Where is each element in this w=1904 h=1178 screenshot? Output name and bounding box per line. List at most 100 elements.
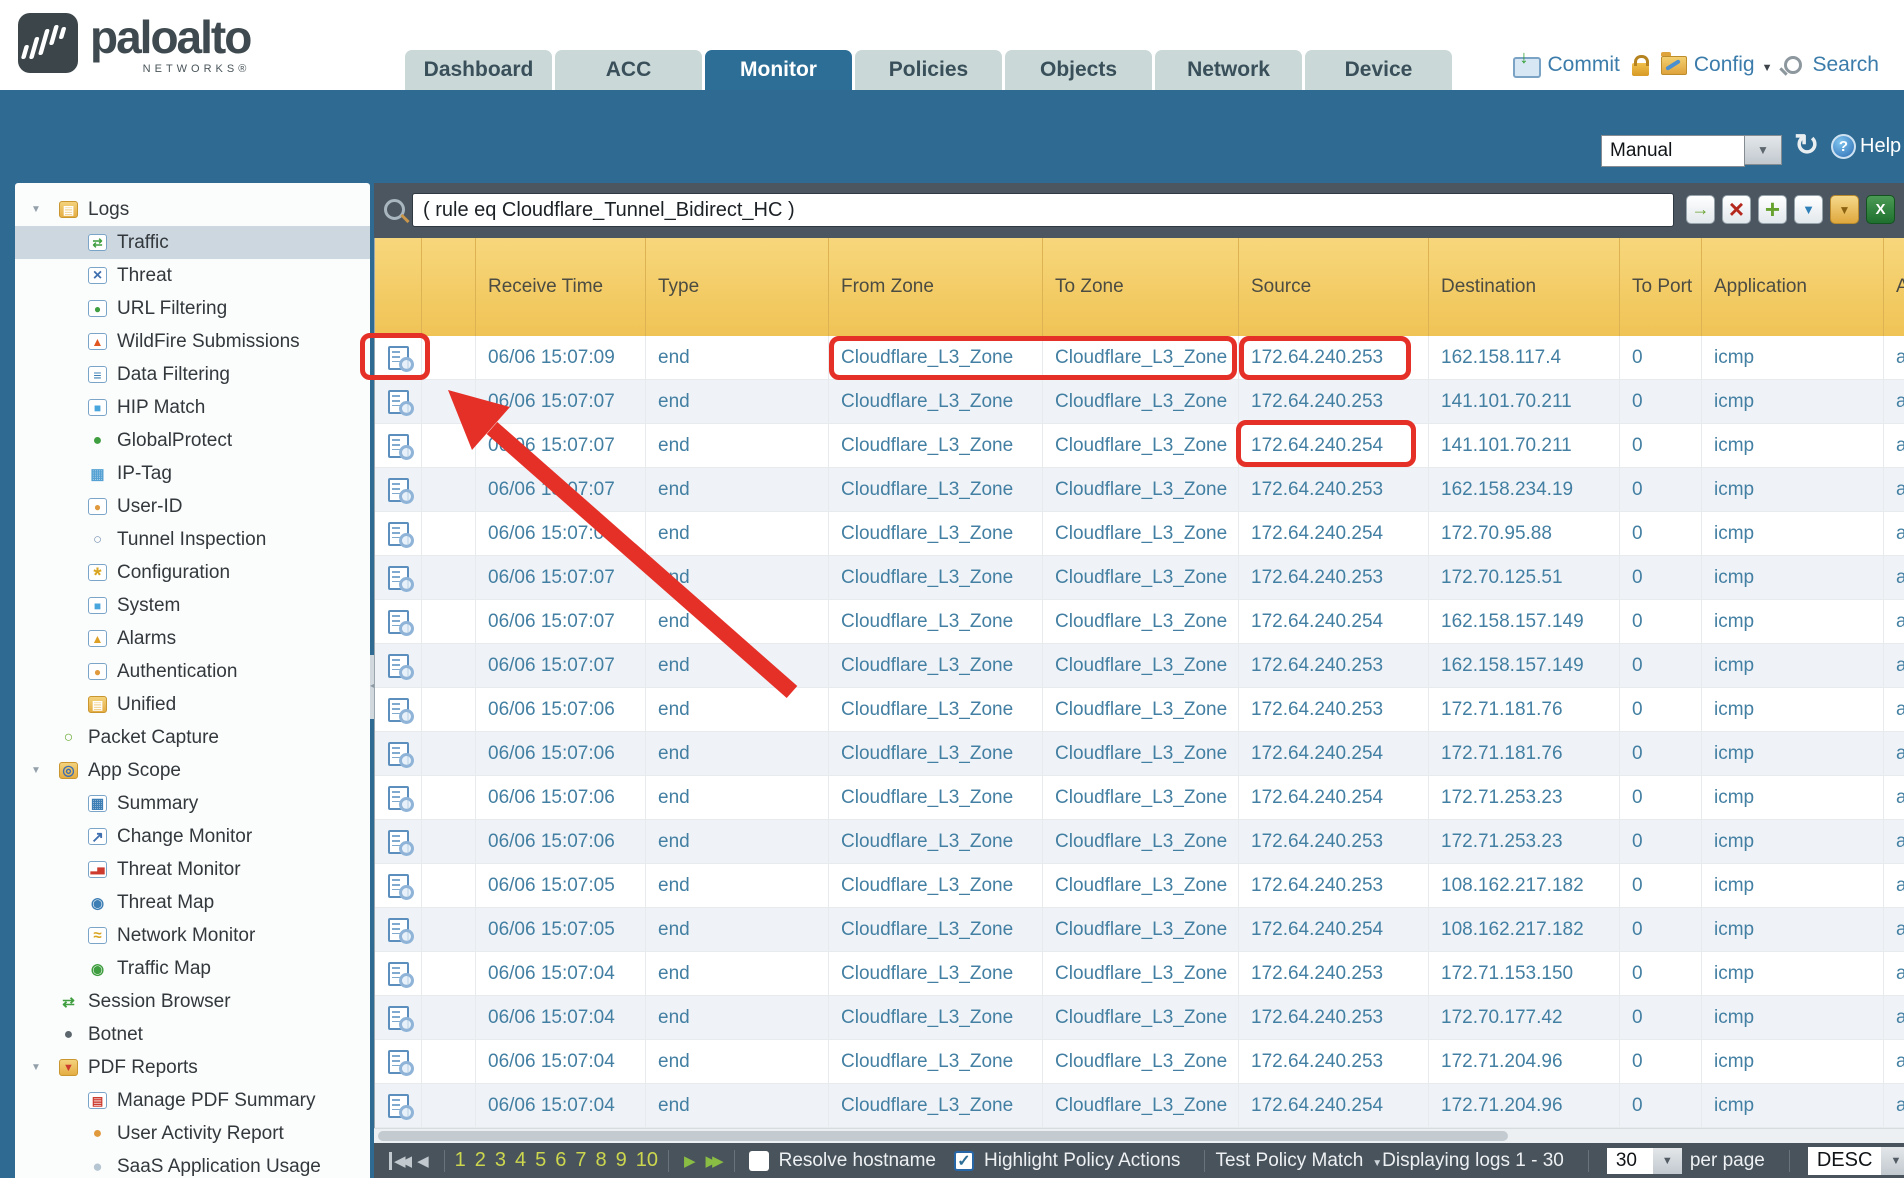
page-4-link[interactable]: 4 — [515, 1149, 526, 1172]
export-logs-button[interactable] — [1866, 195, 1895, 224]
refresh-icon[interactable] — [1794, 131, 1819, 161]
tab-objects[interactable]: Objects — [1005, 50, 1152, 90]
saved-filters-button[interactable] — [1830, 195, 1859, 224]
log-row[interactable]: 06/06 15:07:04endCloudflare_L3_ZoneCloud… — [375, 1040, 1904, 1084]
column-header-application[interactable]: Application — [1702, 238, 1884, 336]
log-row[interactable]: 06/06 15:07:06endCloudflare_L3_ZoneCloud… — [375, 820, 1904, 864]
sidebar-item-network-monitor[interactable]: Network Monitor — [15, 919, 370, 952]
column-header-destination[interactable]: Destination — [1429, 238, 1620, 336]
sidebar-item-system[interactable]: System — [15, 589, 370, 622]
log-row[interactable]: 06/06 15:07:07endCloudflare_L3_ZoneCloud… — [375, 468, 1904, 512]
column-header-a[interactable]: A — [1884, 238, 1904, 336]
log-row[interactable]: 06/06 15:07:07endCloudflare_L3_ZoneCloud… — [375, 512, 1904, 556]
log-row[interactable]: 06/06 15:07:06endCloudflare_L3_ZoneCloud… — [375, 776, 1904, 820]
column-header-receive-time[interactable]: Receive Time — [476, 238, 646, 336]
expand-arrow-icon[interactable] — [31, 765, 59, 776]
log-row[interactable]: 06/06 15:07:05endCloudflare_L3_ZoneCloud… — [375, 864, 1904, 908]
sidebar-item-app-scope[interactable]: App Scope — [15, 754, 370, 787]
page-8-link[interactable]: 8 — [596, 1149, 607, 1172]
highlight-policy-actions-checkbox[interactable] — [954, 1151, 974, 1171]
log-detail-icon[interactable] — [388, 654, 409, 678]
last-page-button[interactable] — [706, 1152, 719, 1170]
log-row[interactable]: 06/06 15:07:07endCloudflare_L3_ZoneCloud… — [375, 380, 1904, 424]
log-detail-icon[interactable] — [388, 478, 409, 502]
log-detail-icon[interactable] — [388, 1094, 409, 1118]
log-filter-input[interactable] — [412, 193, 1674, 227]
log-detail-icon[interactable] — [388, 390, 409, 414]
sidebar-item-user-id[interactable]: User-ID — [15, 490, 370, 523]
sidebar-item-wildfire-submissions[interactable]: WildFire Submissions — [15, 325, 370, 358]
tab-dashboard[interactable]: Dashboard — [405, 50, 552, 90]
log-detail-icon[interactable] — [388, 742, 409, 766]
first-page-button[interactable] — [389, 1152, 407, 1170]
log-row[interactable]: 06/06 15:07:09endCloudflare_L3_ZoneCloud… — [375, 336, 1904, 380]
help-button[interactable]: Help — [1831, 134, 1901, 159]
log-detail-icon[interactable] — [388, 962, 409, 986]
page-2-link[interactable]: 2 — [475, 1149, 486, 1172]
page-3-link[interactable]: 3 — [495, 1149, 506, 1172]
log-row[interactable]: 06/06 15:07:04endCloudflare_L3_ZoneCloud… — [375, 952, 1904, 996]
log-detail-icon[interactable] — [388, 786, 409, 810]
chevron-down-icon[interactable] — [1653, 1148, 1682, 1174]
sidebar-item-globalprotect[interactable]: GlobalProtect — [15, 424, 370, 457]
page-1-link[interactable]: 1 — [455, 1149, 466, 1172]
commit-button[interactable]: Commit — [1513, 53, 1620, 78]
tab-monitor[interactable]: Monitor — [705, 50, 852, 90]
sidebar-item-threat-monitor[interactable]: Threat Monitor — [15, 853, 370, 886]
expand-arrow-icon[interactable] — [31, 204, 59, 215]
log-detail-icon[interactable] — [388, 522, 409, 546]
sidebar-item-summary[interactable]: Summary — [15, 787, 370, 820]
page-5-link[interactable]: 5 — [535, 1149, 546, 1172]
previous-page-button[interactable] — [417, 1152, 429, 1170]
log-row[interactable]: 06/06 15:07:07endCloudflare_L3_ZoneCloud… — [375, 644, 1904, 688]
log-detail-icon[interactable] — [388, 610, 409, 634]
sidebar-item-packet-capture[interactable]: Packet Capture — [15, 721, 370, 754]
sidebar-item-traffic-map[interactable]: Traffic Map — [15, 952, 370, 985]
sidebar-item-threat[interactable]: Threat — [15, 259, 370, 292]
refresh-interval-arrow-icon[interactable] — [1745, 135, 1782, 165]
tab-acc[interactable]: ACC — [555, 50, 702, 90]
sidebar-item-user-activity-report[interactable]: User Activity Report — [15, 1117, 370, 1150]
log-detail-icon[interactable] — [388, 566, 409, 590]
sidebar-item-data-filtering[interactable]: Data Filtering — [15, 358, 370, 391]
log-detail-icon[interactable] — [388, 434, 409, 458]
log-detail-icon[interactable] — [388, 1006, 409, 1030]
sidebar-item-session-browser[interactable]: Session Browser — [15, 985, 370, 1018]
test-policy-match-dropdown[interactable]: Test Policy Match — [1215, 1150, 1382, 1172]
expand-arrow-icon[interactable] — [31, 1062, 59, 1073]
log-row[interactable]: 06/06 15:07:04endCloudflare_L3_ZoneCloud… — [375, 1084, 1904, 1128]
column-header-source[interactable]: Source — [1239, 238, 1429, 336]
resolve-hostname-checkbox[interactable] — [749, 1151, 769, 1171]
sidebar-item-traffic[interactable]: Traffic — [15, 226, 370, 259]
sidebar-item-logs[interactable]: Logs — [15, 193, 370, 226]
column-header-from-zone[interactable]: From Zone — [829, 238, 1043, 336]
column-header-to-zone[interactable]: To Zone — [1043, 238, 1239, 336]
chevron-down-icon[interactable] — [1881, 1147, 1904, 1175]
log-row[interactable]: 06/06 15:07:04endCloudflare_L3_ZoneCloud… — [375, 996, 1904, 1040]
log-detail-icon[interactable] — [388, 918, 409, 942]
log-row[interactable]: 06/06 15:07:07endCloudflare_L3_ZoneCloud… — [375, 556, 1904, 600]
sidebar-item-hip-match[interactable]: HIP Match — [15, 391, 370, 424]
sidebar-item-threat-map[interactable]: Threat Map — [15, 886, 370, 919]
page-10-link[interactable]: 10 — [636, 1149, 658, 1172]
sidebar-item-url-filtering[interactable]: URL Filtering — [15, 292, 370, 325]
add-filter-button[interactable] — [1758, 195, 1787, 224]
log-detail-icon[interactable] — [388, 830, 409, 854]
log-detail-icon[interactable] — [388, 1050, 409, 1074]
log-detail-icon[interactable] — [388, 698, 409, 722]
sidebar-item-botnet[interactable]: Botnet — [15, 1018, 370, 1051]
sidebar-item-saas-application-usage[interactable]: SaaS Application Usage — [15, 1150, 370, 1178]
config-menu[interactable]: Config — [1661, 53, 1773, 77]
log-row[interactable]: 06/06 15:07:06endCloudflare_L3_ZoneCloud… — [375, 688, 1904, 732]
horizontal-scrollbar[interactable] — [374, 1128, 1904, 1143]
column-header-blank[interactable] — [422, 238, 476, 336]
tab-network[interactable]: Network — [1155, 50, 1302, 90]
tab-device[interactable]: Device — [1305, 50, 1452, 90]
filter-builder-button[interactable] — [1794, 195, 1823, 224]
log-row[interactable]: 06/06 15:07:07endCloudflare_L3_ZoneCloud… — [375, 600, 1904, 644]
column-header-type[interactable]: Type — [646, 238, 829, 336]
clear-filter-button[interactable] — [1722, 195, 1751, 224]
column-header-blank[interactable] — [375, 238, 422, 336]
search-button[interactable]: Search — [1784, 53, 1879, 77]
sidebar-item-change-monitor[interactable]: Change Monitor — [15, 820, 370, 853]
